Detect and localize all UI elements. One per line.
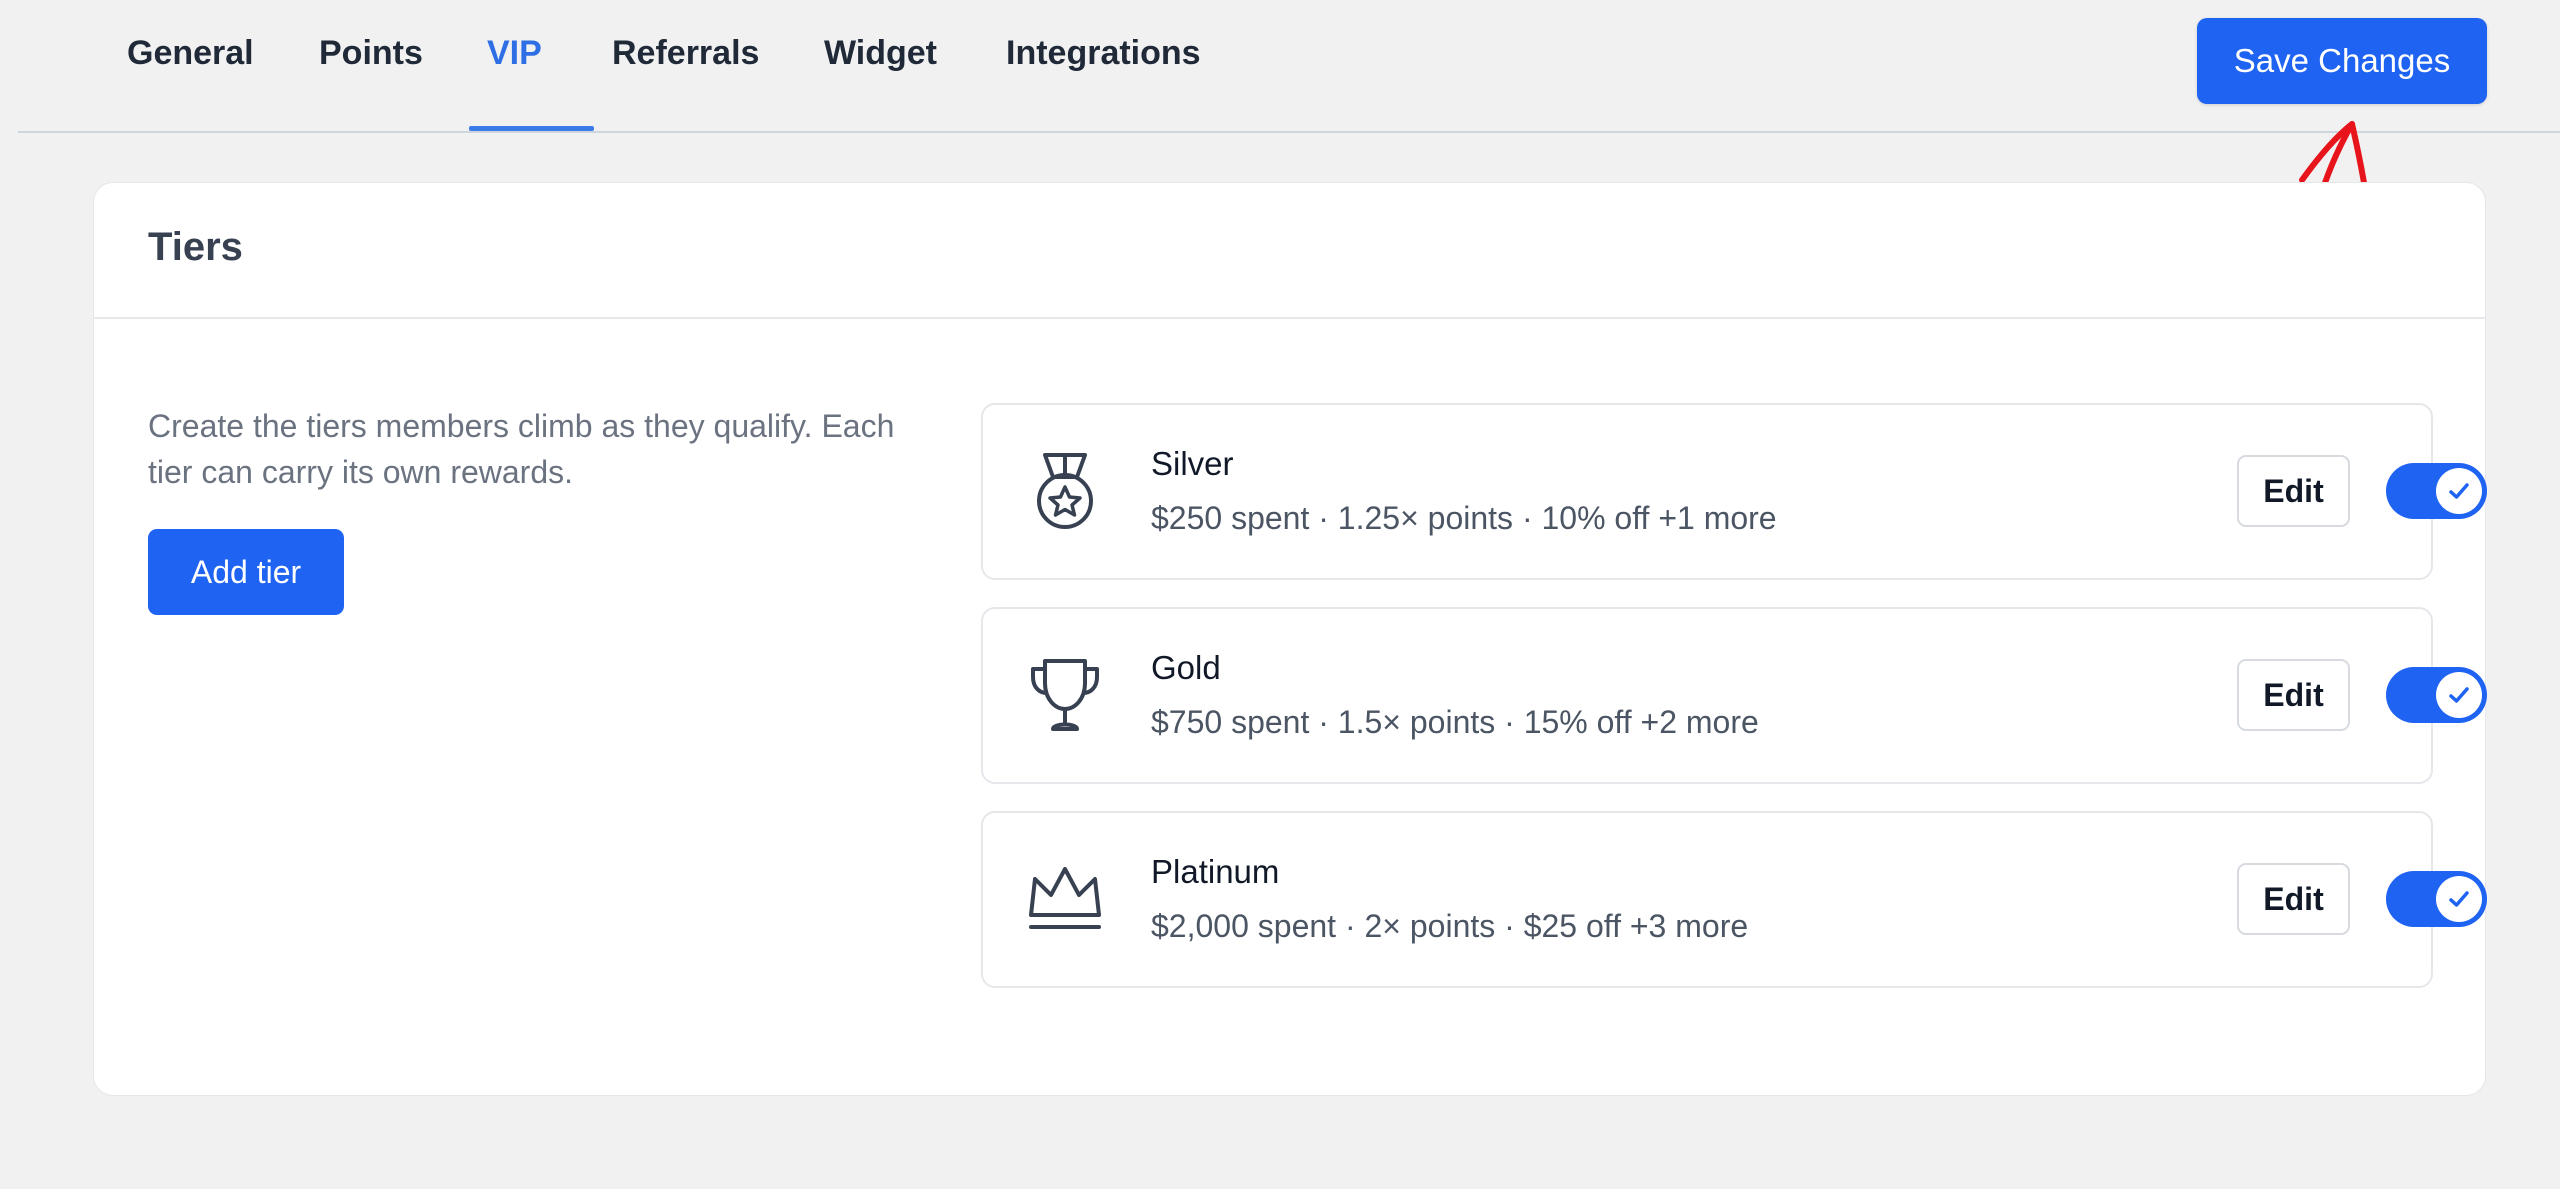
toggle-knob: [2436, 468, 2482, 514]
check-icon: [2449, 891, 2469, 907]
active-tab-indicator: [469, 126, 594, 131]
toggle-knob: [2436, 672, 2482, 718]
tiers-description: Create the tiers members climb as they q…: [148, 408, 895, 490]
tier-row-gold: Gold $750 spent · 1.5× points · 15% off …: [981, 607, 2487, 784]
tier-row-platinum: Platinum $2,000 spent · 2× points · $25 …: [981, 811, 2487, 988]
tier-enabled-toggle[interactable]: [2386, 871, 2487, 927]
tier-summary: $750 spent · 1.5× points · 15% off +2 mo…: [1151, 704, 1759, 740]
medal-icon: [1037, 453, 1093, 529]
tier-name: Platinum: [1151, 853, 1280, 890]
tab-points[interactable]: Points: [319, 34, 423, 73]
tier-enabled-toggle[interactable]: [2386, 667, 2487, 723]
tab-vip[interactable]: VIP: [487, 34, 542, 73]
edit-tier-button[interactable]: Edit: [2237, 659, 2350, 731]
tab-general[interactable]: General: [127, 34, 254, 73]
toggle-knob: [2436, 876, 2482, 922]
tier-summary: $2,000 spent · 2× points · $25 off +3 mo…: [1151, 908, 1749, 944]
tier-row-silver: Silver $250 spent · 1.25× points · 10% o…: [981, 403, 2487, 580]
tier-summary: $250 spent · 1.25× points · 10% off +1 m…: [1151, 500, 1777, 536]
tiers-card: Tiers Create the tiers members climb as …: [93, 182, 2487, 1096]
trophy-icon: [1031, 659, 1099, 731]
edit-tier-button[interactable]: Edit: [2237, 455, 2350, 527]
edit-tier-button[interactable]: Edit: [2237, 863, 2350, 935]
add-tier-button[interactable]: Add tier: [148, 529, 344, 615]
tier-name: Silver: [1151, 445, 1234, 482]
tab-integrations[interactable]: Integrations: [1006, 34, 1201, 73]
card-title: Tiers: [148, 225, 243, 269]
settings-tab-bar: General Points VIP Referrals Widget Inte…: [18, 0, 2560, 133]
tab-widget[interactable]: Widget: [824, 34, 937, 73]
check-icon: [2449, 483, 2469, 499]
card-header: Tiers: [94, 183, 2485, 319]
tier-enabled-toggle[interactable]: [2386, 463, 2487, 519]
tab-referrals[interactable]: Referrals: [612, 34, 759, 73]
check-icon: [2449, 687, 2469, 703]
tier-name: Gold: [1151, 649, 1221, 686]
crown-icon: [1029, 867, 1101, 929]
save-changes-button[interactable]: Save Changes: [2197, 18, 2487, 104]
